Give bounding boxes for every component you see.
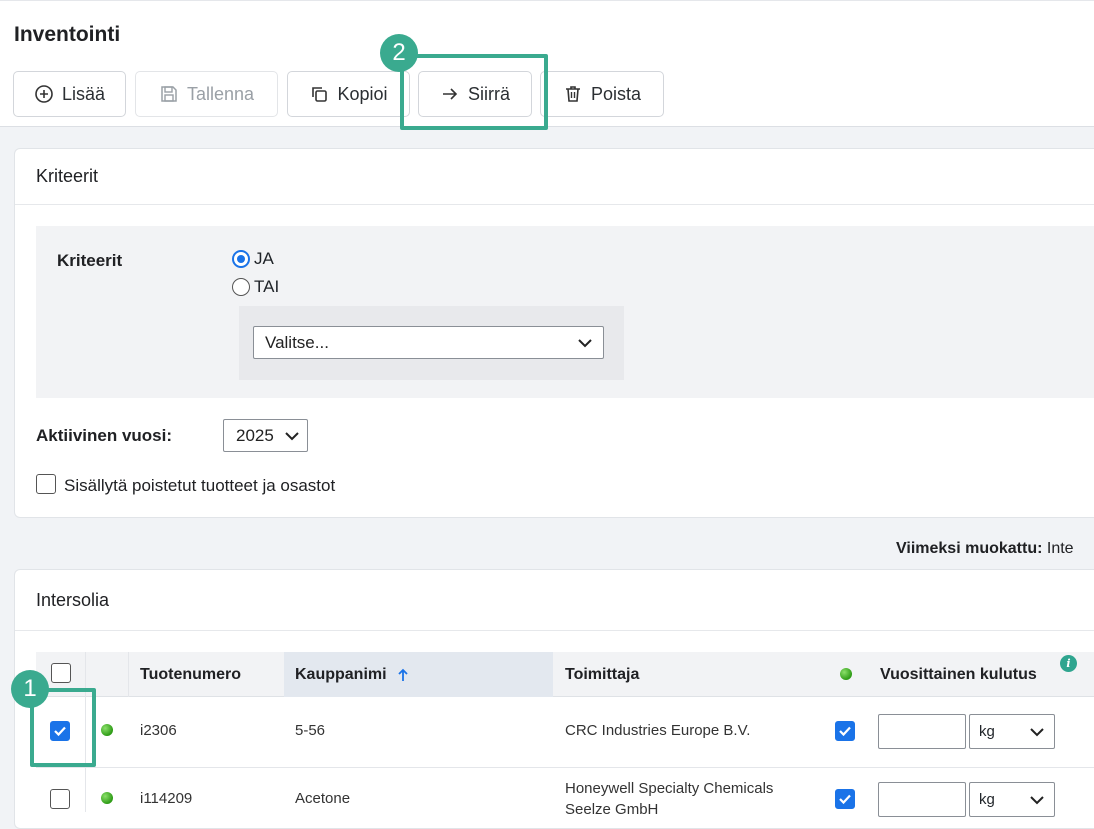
checkmark-icon <box>839 726 851 737</box>
radio-and-label: JA <box>254 249 274 268</box>
column-header-supplier[interactable]: Toimittaja <box>565 652 639 697</box>
plus-circle-icon <box>35 85 53 103</box>
radio-or-label: TAI <box>254 277 280 296</box>
radio-and[interactable]: JA <box>232 249 274 269</box>
delete-button[interactable]: Poista <box>540 71 664 117</box>
cell-supplier: Honeywell Specialty Chemicals <box>565 780 774 797</box>
column-header-product-number[interactable]: Tuotenumero <box>140 652 241 697</box>
consumption-input[interactable] <box>878 714 966 749</box>
status-column-icon <box>840 668 852 680</box>
status-dot <box>101 792 113 804</box>
copy-button[interactable]: Kopioi <box>287 71 410 117</box>
row-flag-checkbox[interactable] <box>835 789 855 809</box>
checkmark-icon <box>839 794 851 805</box>
save-icon <box>161 86 177 102</box>
status-dot <box>101 724 113 736</box>
row-select-checkbox[interactable] <box>50 789 70 809</box>
select-all-checkbox[interactable] <box>51 663 71 683</box>
active-year-select[interactable]: 2025 <box>223 419 308 452</box>
radio-or-button[interactable] <box>232 278 250 296</box>
card-divider <box>15 630 1094 631</box>
criteria-card: Kriteerit Kriteerit JA TAI Valitse... Ak… <box>14 148 1094 518</box>
cell-trade-name[interactable]: 5-56 <box>295 722 325 739</box>
sort-ascending-icon <box>397 668 408 681</box>
column-header-annual-consumption[interactable]: Vuosittainen kulutus <box>880 652 1037 697</box>
criteria-panel: Kriteerit JA TAI Valitse... <box>36 226 1094 398</box>
last-modified-value: Inte <box>1046 540 1074 557</box>
cell-supplier-line2: Seelze GmbH <box>565 801 659 818</box>
active-year-label: Aktiivinen vuosi: <box>36 426 173 445</box>
active-year-value: 2025 <box>236 425 274 445</box>
page-title: Inventointi <box>14 23 121 46</box>
save-button-label: Tallenna <box>186 83 255 104</box>
include-deleted-label: Sisällytä poistetut tuotteet ja osastot <box>64 476 336 495</box>
callout-number-2: 2 <box>380 34 418 72</box>
cell-supplier: CRC Industries Europe B.V. <box>565 722 751 739</box>
chevron-down-icon <box>578 338 592 347</box>
last-modified: Viimeksi muokattu: Inte <box>896 540 1074 558</box>
criteria-select-wrap: Valitse... <box>239 306 624 380</box>
cell-product-number: i2306 <box>140 722 177 739</box>
add-button[interactable]: Lisää <box>13 71 126 117</box>
callout-highlight-move <box>400 54 548 130</box>
unit-select[interactable]: kg <box>969 714 1055 749</box>
add-button-label: Lisää <box>61 83 106 104</box>
criteria-label: Kriteerit <box>57 251 123 270</box>
delete-button-label: Poista <box>590 83 642 104</box>
last-modified-label: Viimeksi muokattu: <box>896 540 1043 557</box>
chevron-down-icon <box>1030 727 1044 736</box>
radio-and-button[interactable] <box>232 250 250 268</box>
criteria-select[interactable]: Valitse... <box>253 326 604 359</box>
criteria-card-title: Kriteerit <box>36 166 99 186</box>
cell-product-number: i114209 <box>140 790 193 807</box>
radio-or[interactable]: TAI <box>232 277 279 297</box>
row-flag-checkbox[interactable] <box>835 721 855 741</box>
card-divider <box>15 204 1094 205</box>
copy-button-label: Kopioi <box>337 83 388 104</box>
chevron-down-icon <box>1030 795 1044 804</box>
trade-name-header-label: Kauppanimi <box>295 665 387 683</box>
unit-select-value: kg <box>979 791 995 808</box>
column-divider <box>128 652 129 697</box>
include-deleted-checkbox[interactable] <box>36 474 56 494</box>
save-button[interactable]: Tallenna <box>135 71 278 117</box>
criteria-select-value: Valitse... <box>265 332 329 352</box>
row-divider <box>36 767 1094 768</box>
unit-select-value: kg <box>979 723 995 740</box>
trash-icon <box>565 86 580 102</box>
table-card-title: Intersolia <box>36 590 110 610</box>
column-header-trade-name[interactable]: Kauppanimi <box>284 652 553 697</box>
chevron-down-icon <box>285 431 299 440</box>
table-header: Tuotenumero Kauppanimi Toimittaja Vuosit… <box>36 652 1094 697</box>
cell-trade-name[interactable]: Acetone <box>295 790 350 807</box>
info-icon[interactable]: i <box>1060 655 1077 672</box>
callout-number-1: 1 <box>11 670 49 708</box>
copy-icon <box>312 87 328 102</box>
